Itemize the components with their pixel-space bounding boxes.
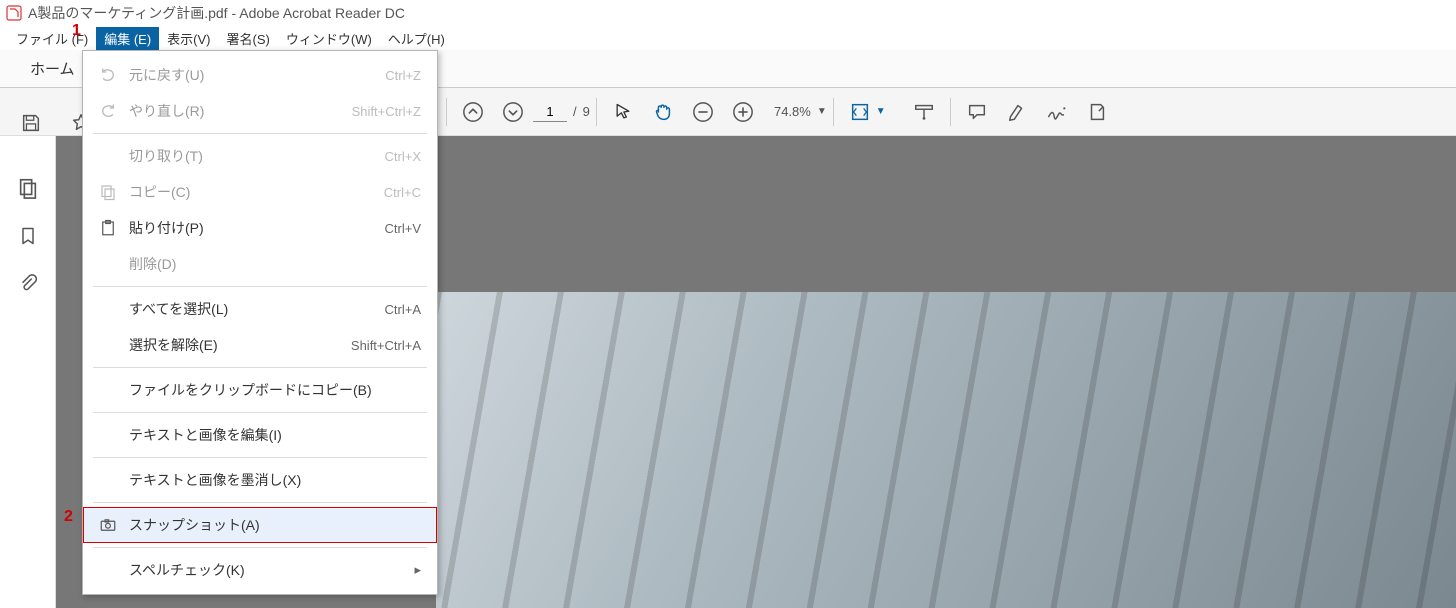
paste-icon [95, 219, 121, 237]
titlebar: A製品のマーケティング計画.pdf - Adobe Acrobat Reader… [0, 0, 1456, 26]
undo-icon [95, 66, 121, 84]
menu-divider [93, 502, 427, 503]
menubar: ファイル (F) 編集 (E) 表示(V) 署名(S) ウィンドウ(W) ヘルプ… [0, 26, 1456, 50]
menu-shortcut: Ctrl+V [385, 221, 421, 236]
zoom-value: 74.8% [763, 104, 815, 119]
menu-label: ファイルをクリップボードにコピー(B) [121, 380, 421, 400]
comment-button[interactable] [957, 92, 997, 132]
menu-label: 元に戻す(U) [121, 65, 385, 85]
menu-redo[interactable]: やり直し(R) Shift+Ctrl+Z [83, 93, 437, 129]
zoom-dropdown[interactable]: 74.8% ▼ [763, 104, 827, 119]
menu-undo[interactable]: 元に戻す(U) Ctrl+Z [83, 57, 437, 93]
menu-help[interactable]: ヘルプ(H) [380, 27, 453, 50]
menu-shortcut: Ctrl+Z [385, 68, 421, 83]
menu-edit-text-image[interactable]: テキストと画像を編集(I) [83, 417, 437, 453]
toolbar-separator [950, 98, 951, 126]
page-indicator: / 9 [533, 102, 590, 122]
page-down-button[interactable] [493, 92, 533, 132]
menu-file[interactable]: ファイル (F) [8, 27, 96, 50]
menu-shortcut: Ctrl+C [384, 185, 421, 200]
menu-shortcut: Ctrl+X [385, 149, 421, 164]
menu-copy-file[interactable]: ファイルをクリップボードにコピー(B) [83, 372, 437, 408]
menu-label: スナップショット(A) [121, 515, 421, 535]
page-current-input[interactable] [533, 102, 567, 122]
zoom-out-button[interactable] [683, 92, 723, 132]
menu-spellcheck[interactable]: スペルチェック(K) ▸ [83, 552, 437, 588]
menu-label: テキストと画像を編集(I) [121, 425, 421, 445]
menu-label: テキストと画像を墨消し(X) [121, 470, 421, 490]
menu-divider [93, 547, 427, 548]
hand-tool-button[interactable] [643, 92, 683, 132]
menu-shortcut: Ctrl+A [385, 302, 421, 317]
menu-deselect[interactable]: 選択を解除(E) Shift+Ctrl+A [83, 327, 437, 363]
caret-down-icon: ▼ [817, 106, 827, 117]
selection-tool-button[interactable] [603, 92, 643, 132]
toolbar-separator [446, 98, 447, 126]
save-icon[interactable] [20, 112, 42, 134]
document-page-image [436, 292, 1456, 608]
menu-label: 削除(D) [121, 254, 421, 274]
menu-divider [93, 133, 427, 134]
menu-label: やり直し(R) [121, 101, 352, 121]
zoom-in-button[interactable] [723, 92, 763, 132]
menu-label: 切り取り(T) [121, 146, 385, 166]
menu-label: 貼り付け(P) [121, 218, 385, 238]
submenu-arrow-icon: ▸ [414, 562, 421, 578]
menu-label: コピー(C) [121, 182, 384, 202]
sign-button[interactable] [1037, 92, 1077, 132]
menu-paste[interactable]: 貼り付け(P) Ctrl+V [83, 210, 437, 246]
menu-divider [93, 457, 427, 458]
thumbnails-icon[interactable] [16, 176, 40, 200]
menu-redact[interactable]: テキストと画像を墨消し(X) [83, 462, 437, 498]
menu-copy[interactable]: コピー(C) Ctrl+C [83, 174, 437, 210]
menu-cut[interactable]: 切り取り(T) Ctrl+X [83, 138, 437, 174]
toolbar-separator [833, 98, 834, 126]
window-title: A製品のマーケティング計画.pdf - Adobe Acrobat Reader… [28, 3, 405, 23]
more-tools-button[interactable] [1077, 92, 1117, 132]
tab-home[interactable]: ホーム [14, 50, 91, 87]
menu-snapshot[interactable]: スナップショット(A) [83, 507, 437, 543]
menu-label: スペルチェック(K) [121, 560, 414, 580]
menu-select-all[interactable]: すべてを選択(L) Ctrl+A [83, 291, 437, 327]
attachment-icon[interactable] [16, 272, 40, 296]
edit-dropdown: 元に戻す(U) Ctrl+Z やり直し(R) Shift+Ctrl+Z 切り取り… [82, 50, 438, 595]
menu-shortcut: Shift+Ctrl+Z [352, 104, 421, 119]
menu-label: すべてを選択(L) [121, 299, 385, 319]
menu-delete[interactable]: 削除(D) [83, 246, 437, 282]
bookmark-icon[interactable] [16, 224, 40, 248]
toolbar-separator [596, 98, 597, 126]
menu-shortcut: Shift+Ctrl+A [351, 338, 421, 353]
callout-1: 1 [72, 22, 81, 40]
camera-icon [95, 516, 121, 534]
page-total: 9 [583, 104, 590, 119]
menu-label: 選択を解除(E) [121, 335, 351, 355]
menu-divider [93, 412, 427, 413]
page-up-button[interactable] [453, 92, 493, 132]
copy-icon [95, 183, 121, 201]
menu-sign[interactable]: 署名(S) [219, 27, 278, 50]
menu-divider [93, 286, 427, 287]
pdf-file-icon [6, 5, 22, 21]
fit-width-button[interactable] [840, 92, 880, 132]
redo-icon [95, 102, 121, 120]
menu-divider [93, 367, 427, 368]
callout-2: 2 [64, 508, 73, 526]
menu-edit[interactable]: 編集 (E) [96, 27, 159, 50]
menu-view[interactable]: 表示(V) [159, 27, 218, 50]
side-panel [0, 136, 56, 608]
read-mode-button[interactable] [904, 92, 944, 132]
highlight-button[interactable] [997, 92, 1037, 132]
caret-down-icon[interactable]: ▼ [876, 106, 886, 117]
page-sep: / [573, 104, 577, 119]
menu-window[interactable]: ウィンドウ(W) [278, 27, 380, 50]
